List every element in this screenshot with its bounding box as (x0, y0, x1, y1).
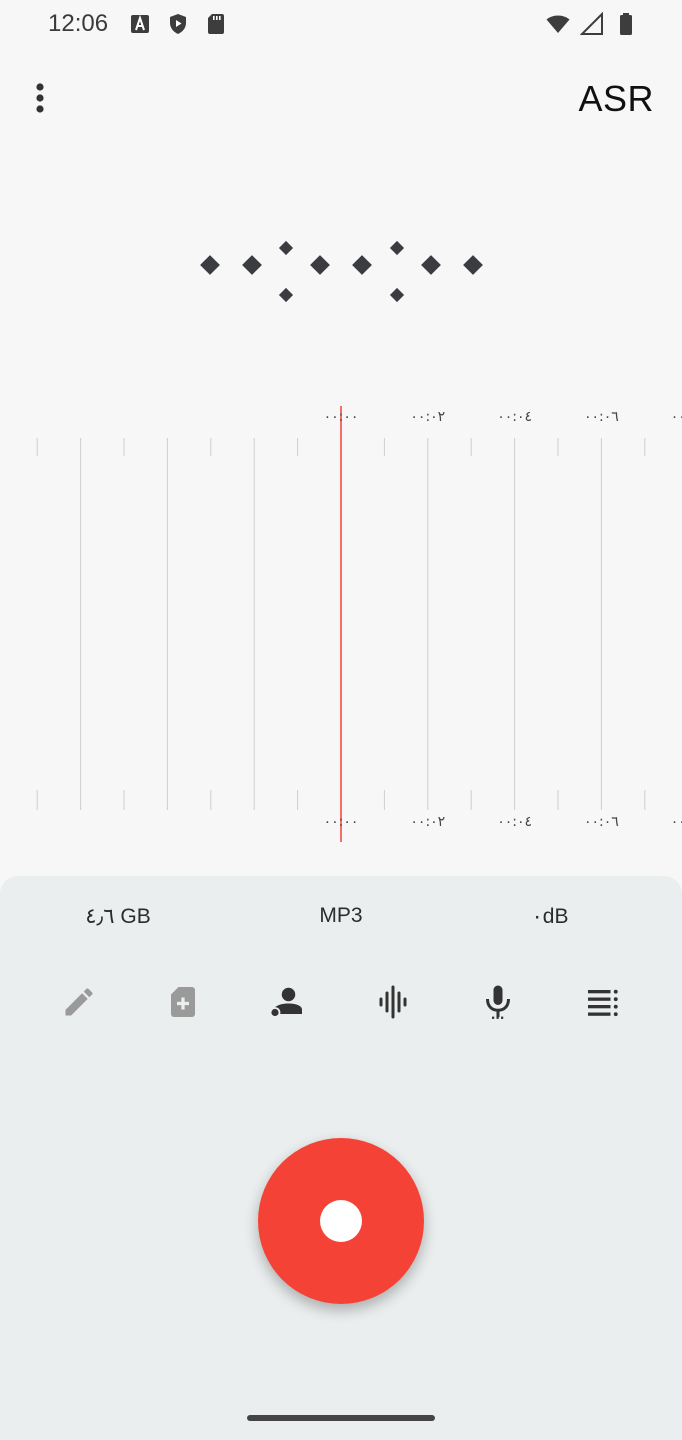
person-icon (269, 987, 302, 1018)
time-tick-label: ٠٠:٠٦ (583, 409, 619, 425)
gain-level[interactable]: ٠dB (532, 904, 569, 929)
list-icon (588, 989, 618, 1017)
add-file-icon (171, 987, 195, 1017)
microphone-button[interactable] (476, 980, 520, 1024)
more-vert-icon (36, 83, 44, 113)
pencil-icon (65, 988, 93, 1016)
font-a-icon (131, 14, 149, 33)
rename-button[interactable] (57, 980, 101, 1024)
time-tick-label: ٠٠:٠٤ (497, 814, 532, 830)
shield-play-icon (170, 14, 186, 34)
app-logo (200, 240, 483, 303)
time-tick-label: ٠٠:٠٢ (410, 814, 446, 830)
waveform-icon (379, 985, 407, 1019)
time-tick-label: ٠٠:٠٤ (497, 409, 532, 425)
status-bar: 12:06 (0, 0, 682, 48)
status-icons-right (546, 12, 638, 36)
time-tick-label: ٠٠:٠٢ (410, 409, 446, 425)
status-time: 12:06 (48, 10, 109, 37)
app-title: ASR (578, 78, 654, 119)
recording-timeline[interactable]: ٠٠:٠٠ ٠٠:٠٢ ٠٠:٠٤ ٠٠:٠٦ ٠٠:٠٨ ٠٠:٠٠ ٠٠:٠٢ ٠٠:٠… (0, 400, 682, 850)
timeline-grid (36, 406, 646, 842)
time-tick-label: ٠٠:٠٨ (670, 814, 682, 830)
time-tick-label: ٠٠:٠٨ (670, 409, 682, 425)
battery-icon (620, 13, 632, 35)
time-tick-label: ٠٠:٠٠ (323, 409, 359, 425)
audio-settings-button[interactable] (371, 980, 415, 1024)
storage-remaining: ٤٫٦ GB (85, 905, 151, 928)
microphone-icon (486, 985, 510, 1019)
home-indicator[interactable] (247, 1415, 435, 1421)
record-dot-icon (320, 1200, 362, 1242)
status-icons-left (128, 12, 228, 36)
recordings-list-button[interactable] (581, 980, 625, 1024)
time-tick-label: ٠٠:٠٠ (323, 814, 359, 830)
record-button[interactable] (258, 1138, 424, 1304)
new-file-button[interactable] (161, 980, 205, 1024)
format-label[interactable]: MP3 (319, 904, 362, 928)
control-panel: ٤٫٦ GB MP3 ٠dB (0, 876, 682, 1440)
more-options-button[interactable] (22, 78, 58, 118)
wifi-icon (546, 15, 570, 33)
time-tick-label: ٠٠:٠٦ (583, 814, 619, 830)
sd-card-icon (208, 14, 224, 34)
signal-icon (580, 12, 603, 35)
speaker-button[interactable] (265, 980, 309, 1024)
